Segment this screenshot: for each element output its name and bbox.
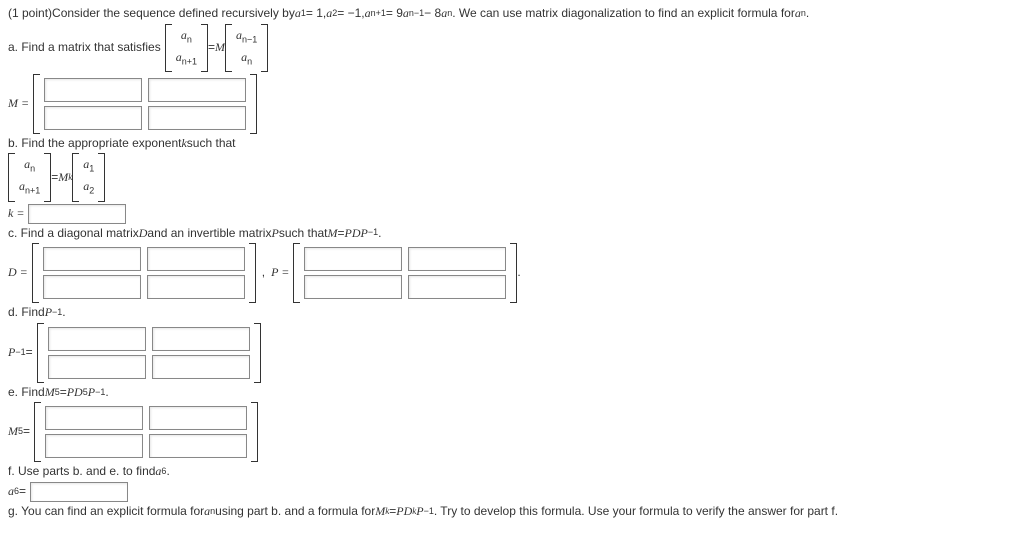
part-a-label: a. Find a matrix that satisfies <box>8 40 161 56</box>
M-cell-22[interactable] <box>148 106 246 130</box>
Pinv-cell-21[interactable] <box>48 355 146 379</box>
vector-b-right: a1 a2 <box>72 153 105 201</box>
k-input-row: k = <box>8 204 1016 224</box>
matrix-Pinv-input <box>37 323 261 383</box>
M5-label: M <box>8 424 18 440</box>
P-equals-label: P = <box>271 265 289 281</box>
D-cell-11[interactable] <box>43 247 141 271</box>
vector-b-left: an an+1 <box>8 153 51 201</box>
part-f-label: f. Use parts b. and e. to find a6. <box>8 464 1016 480</box>
M-cell-12[interactable] <box>148 78 246 102</box>
D-cell-22[interactable] <box>147 275 245 299</box>
matrix-M5-input <box>34 402 258 462</box>
D-equals-label: D = <box>8 265 28 281</box>
intro-line: (1 point) Consider the sequence defined … <box>8 6 1016 22</box>
intro-tail: . We can use matrix diagonalization to f… <box>452 6 795 22</box>
vector-an-anp1: an an+1 <box>165 24 208 72</box>
intro-dot: . <box>806 6 809 22</box>
part-e-inputs: M5 = <box>8 402 1016 462</box>
comma: , <box>262 265 265 281</box>
Mk-sym: M <box>58 170 68 186</box>
Pinv-cell-22[interactable] <box>152 355 250 379</box>
part-b-label: b. Find the appropriate exponent k such … <box>8 136 1016 152</box>
matrix-M-input <box>33 74 257 134</box>
part-g-label: g. You can find an explicit formula for … <box>8 504 1016 520</box>
Pinv-label: P <box>8 345 15 361</box>
part-d-label: d. Find P−1. <box>8 305 1016 321</box>
P-cell-22[interactable] <box>408 275 506 299</box>
D-cell-21[interactable] <box>43 275 141 299</box>
M5-cell-21[interactable] <box>45 434 143 458</box>
M5-cell-22[interactable] <box>149 434 247 458</box>
part-e-label: e. Find M5 = PD5P−1. <box>8 385 1016 401</box>
eq-rec: = 9 <box>386 6 403 22</box>
M5-cell-12[interactable] <box>149 406 247 430</box>
P-cell-21[interactable] <box>304 275 402 299</box>
points-label: (1 point) <box>8 6 52 22</box>
a6-input-row: a6 = <box>8 482 1016 502</box>
sub-nm1: n−1 <box>409 8 424 20</box>
matrix-M-sym: M <box>215 40 225 56</box>
minus-8: − 8 <box>424 6 441 22</box>
part-a-prompt: a. Find a matrix that satisfies an an+1 … <box>8 24 1016 72</box>
Pinv-cell-12[interactable] <box>152 327 250 351</box>
Pinv-cell-11[interactable] <box>48 327 146 351</box>
part-c-inputs: D = , P = . <box>8 243 1016 303</box>
part-c-label: c. Find a diagonal matrix D and an inver… <box>8 226 1016 242</box>
part-b-equation: an an+1 = Mk a1 a2 <box>8 153 1016 201</box>
sub-np1: n+1 <box>371 8 386 20</box>
matrix-P-input <box>293 243 517 303</box>
k-input[interactable] <box>28 204 126 224</box>
M5-cell-11[interactable] <box>45 406 143 430</box>
part-d-inputs: P−1 = <box>8 323 1016 383</box>
M-cell-11[interactable] <box>44 78 142 102</box>
k-equals-label: k = <box>8 206 24 222</box>
trailing-dot-c: . <box>517 265 520 281</box>
a6-input[interactable] <box>30 482 128 502</box>
M-cell-21[interactable] <box>44 106 142 130</box>
D-cell-12[interactable] <box>147 247 245 271</box>
M-equals-label: M = <box>8 96 29 112</box>
eq-a1: = 1, <box>306 6 326 22</box>
intro-text-1: Consider the sequence defined recursivel… <box>52 6 295 22</box>
P-cell-11[interactable] <box>304 247 402 271</box>
P-cell-12[interactable] <box>408 247 506 271</box>
vector-anm1-an: an−1 an <box>225 24 268 72</box>
matrix-D-input <box>32 243 256 303</box>
eq-a: = <box>208 40 215 56</box>
matrix-M-input-row: M = <box>8 74 1016 134</box>
eq-a2: = −1, <box>337 6 364 22</box>
